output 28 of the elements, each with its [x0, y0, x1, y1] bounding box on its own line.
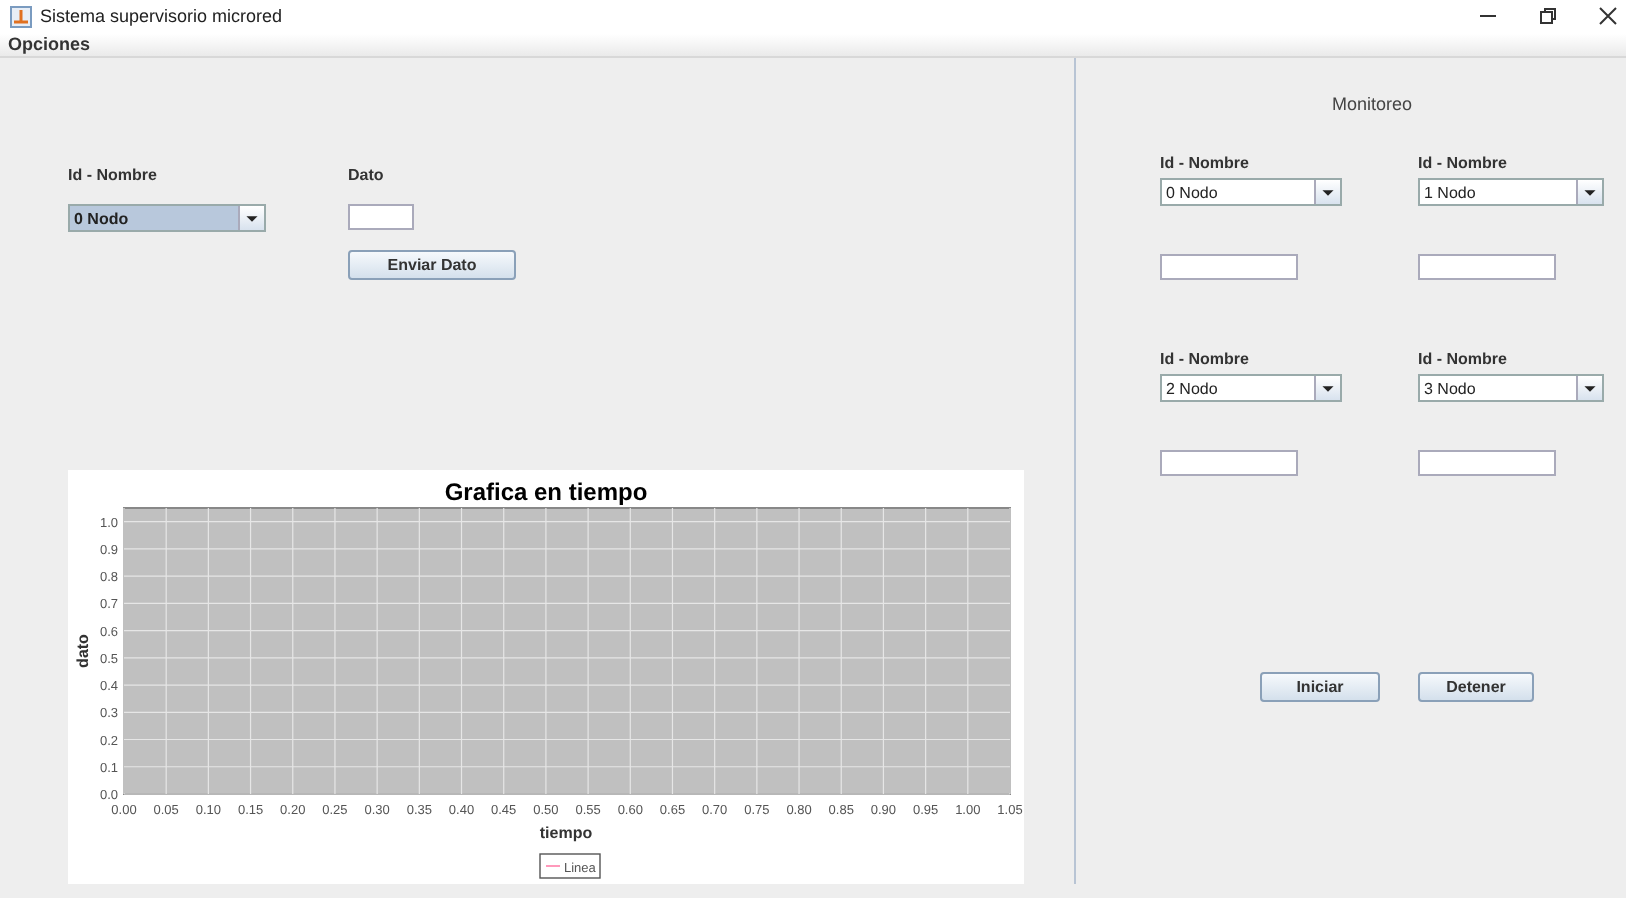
close-icon[interactable] [1598, 6, 1618, 27]
app-icon [10, 5, 32, 28]
field-label: Id - Nombre [1160, 152, 1251, 176]
data-input-field[interactable] [348, 204, 414, 230]
window-title: Sistema supervisorio microred [40, 6, 285, 27]
node-dropdown[interactable]: 3 Nodo [1418, 374, 1604, 402]
node-dropdown[interactable]: 0 Nodo [1160, 178, 1342, 206]
node-dropdown[interactable]: 1 Nodo [1418, 178, 1604, 206]
field-label: Id - Nombre [1418, 152, 1509, 176]
field-label: Id - Nombre [68, 164, 159, 188]
chart-title: Grafica en tiempo [444, 478, 648, 506]
node-dropdown[interactable]: 0 Nodo [68, 204, 266, 232]
node-dropdown[interactable]: 2 Nodo [1160, 374, 1342, 402]
value-field[interactable] [1160, 254, 1298, 280]
stop-button[interactable]: Detener [1418, 672, 1534, 702]
send-button[interactable]: Enviar Dato [348, 250, 516, 280]
value-field[interactable] [1160, 450, 1298, 476]
value-field[interactable] [1418, 450, 1556, 476]
section-title: Monitoreo [1332, 94, 1413, 114]
x-axis-title: tiempo [539, 824, 593, 842]
field-label: Dato [348, 164, 386, 188]
maximize-icon[interactable] [1538, 6, 1558, 27]
y-axis-title: dato [74, 634, 92, 668]
menu-item[interactable]: Opciones [8, 33, 91, 56]
value-field[interactable] [1418, 254, 1556, 280]
field-label: Id - Nombre [1160, 348, 1251, 372]
start-button[interactable]: Iniciar [1260, 672, 1380, 702]
field-label: Id - Nombre [1418, 348, 1509, 372]
